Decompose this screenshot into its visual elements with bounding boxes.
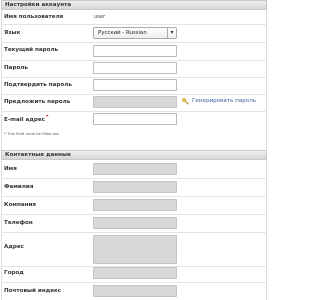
row-divider — [1, 94, 267, 95]
row-divider — [1, 196, 267, 197]
username-label: Имя пользователя — [4, 14, 64, 20]
suggest-password-label: Предложить пароль — [4, 99, 71, 105]
required-field-note: * This field must be filled out — [4, 131, 59, 136]
account-section-frame — [1, 0, 267, 148]
row-divider — [1, 60, 267, 61]
confirm-password-field[interactable] — [93, 79, 177, 91]
row-divider — [1, 111, 267, 112]
language-select[interactable]: Русский - Russian ▾ — [93, 27, 177, 39]
generate-password-link-text[interactable]: Генерировать пароль — [192, 98, 256, 104]
password-label: Пароль — [4, 65, 28, 71]
city-label: Город — [4, 270, 24, 276]
last-name-label: Фамилия — [4, 184, 34, 190]
row-divider — [1, 232, 267, 233]
username-value: user — [94, 14, 106, 20]
confirm-password-label: Подтвердить пароль — [4, 82, 72, 88]
phone-field[interactable] — [93, 217, 177, 229]
row-divider — [1, 42, 267, 43]
city-field[interactable] — [93, 267, 177, 279]
current-password-label: Текущий пароль — [4, 47, 59, 53]
suggested-password-field[interactable] — [93, 96, 177, 108]
key-icon — [182, 97, 189, 105]
row-divider — [1, 24, 267, 25]
generate-password-link[interactable]: Генерировать пароль — [182, 97, 256, 105]
row-divider — [1, 77, 267, 78]
first-name-field[interactable] — [93, 163, 177, 175]
company-field[interactable] — [93, 199, 177, 211]
email-label: E-mail адрес* — [4, 115, 48, 123]
phone-label: Телефон — [4, 220, 33, 226]
row-divider — [1, 282, 267, 283]
password-field[interactable] — [93, 62, 177, 74]
email-label-text: E-mail адрес — [4, 116, 45, 123]
language-select-value: Русский - Russian — [98, 30, 147, 36]
row-divider — [1, 178, 267, 179]
address-label: Адрес — [4, 244, 24, 250]
postal-code-label: Почтовый индекс — [4, 288, 62, 294]
last-name-field[interactable] — [93, 181, 177, 193]
chevron-down-icon[interactable]: ▾ — [167, 28, 176, 38]
account-settings-header: Настройки аккаунта — [1, 0, 267, 10]
address-textarea[interactable] — [93, 235, 177, 264]
current-password-field[interactable] — [93, 45, 177, 57]
email-field[interactable] — [93, 113, 177, 125]
language-label: Язык — [4, 30, 21, 36]
postal-code-field[interactable] — [93, 285, 177, 297]
row-divider — [1, 214, 267, 215]
required-asterisk: * — [45, 115, 49, 120]
company-label: Компания — [4, 202, 37, 208]
first-name-label: Имя — [4, 166, 17, 172]
contact-data-header: Контактные данные — [1, 150, 267, 160]
